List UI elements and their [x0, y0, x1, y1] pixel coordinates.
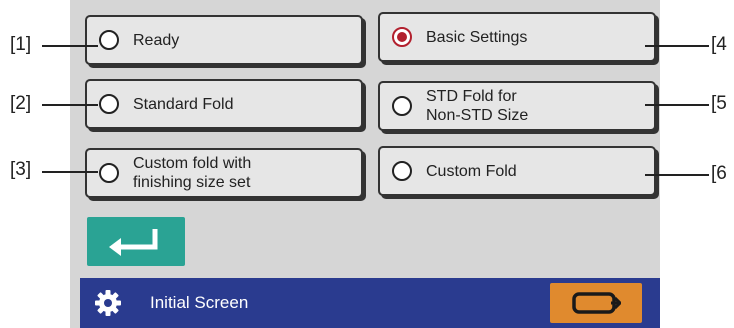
radio-dot-icon [397, 32, 407, 42]
option-basic-settings[interactable]: Basic Settings [378, 12, 656, 62]
option-custom-fold-finishing-size[interactable]: Custom fold with finishing size set [85, 148, 363, 198]
radio-icon [99, 30, 119, 50]
option-label: Custom Fold [426, 162, 517, 180]
next-screen-icon [572, 292, 621, 314]
callout-line [42, 171, 98, 173]
radio-icon [99, 163, 119, 183]
option-label: STD Fold for Non-STD Size [426, 88, 529, 124]
option-label: Custom fold with finishing size set [133, 155, 252, 191]
option-ready[interactable]: Ready [85, 15, 363, 65]
callout-4: [4 [711, 34, 727, 55]
next-screen-button[interactable] [550, 283, 642, 323]
gear-icon[interactable] [94, 289, 122, 317]
radio-icon [392, 96, 412, 116]
radio-icon [99, 94, 119, 114]
callout-line [645, 45, 709, 47]
callout-2: [2] [10, 93, 32, 114]
enter-button[interactable] [87, 217, 185, 266]
option-label: Standard Fold [133, 95, 234, 113]
callout-line [42, 104, 98, 106]
footer-bar: Initial Screen [80, 278, 660, 328]
radio-selected-icon [392, 27, 412, 47]
radio-icon [392, 161, 412, 181]
callout-5: [5 [711, 93, 727, 114]
callout-line [42, 45, 98, 47]
callout-6: [6 [711, 163, 727, 184]
callout-line [645, 104, 709, 106]
option-label: Ready [133, 31, 180, 49]
option-std-fold-non-std-size[interactable]: STD Fold for Non-STD Size [378, 81, 656, 131]
enter-return-icon [109, 229, 158, 256]
option-standard-fold[interactable]: Standard Fold [85, 79, 363, 129]
callout-3: [3] [10, 159, 32, 180]
option-label: Basic Settings [426, 28, 528, 46]
footer-title: Initial Screen [150, 293, 249, 312]
option-custom-fold[interactable]: Custom Fold [378, 146, 656, 196]
callout-1: [1] [10, 34, 32, 55]
callout-line [645, 174, 709, 176]
